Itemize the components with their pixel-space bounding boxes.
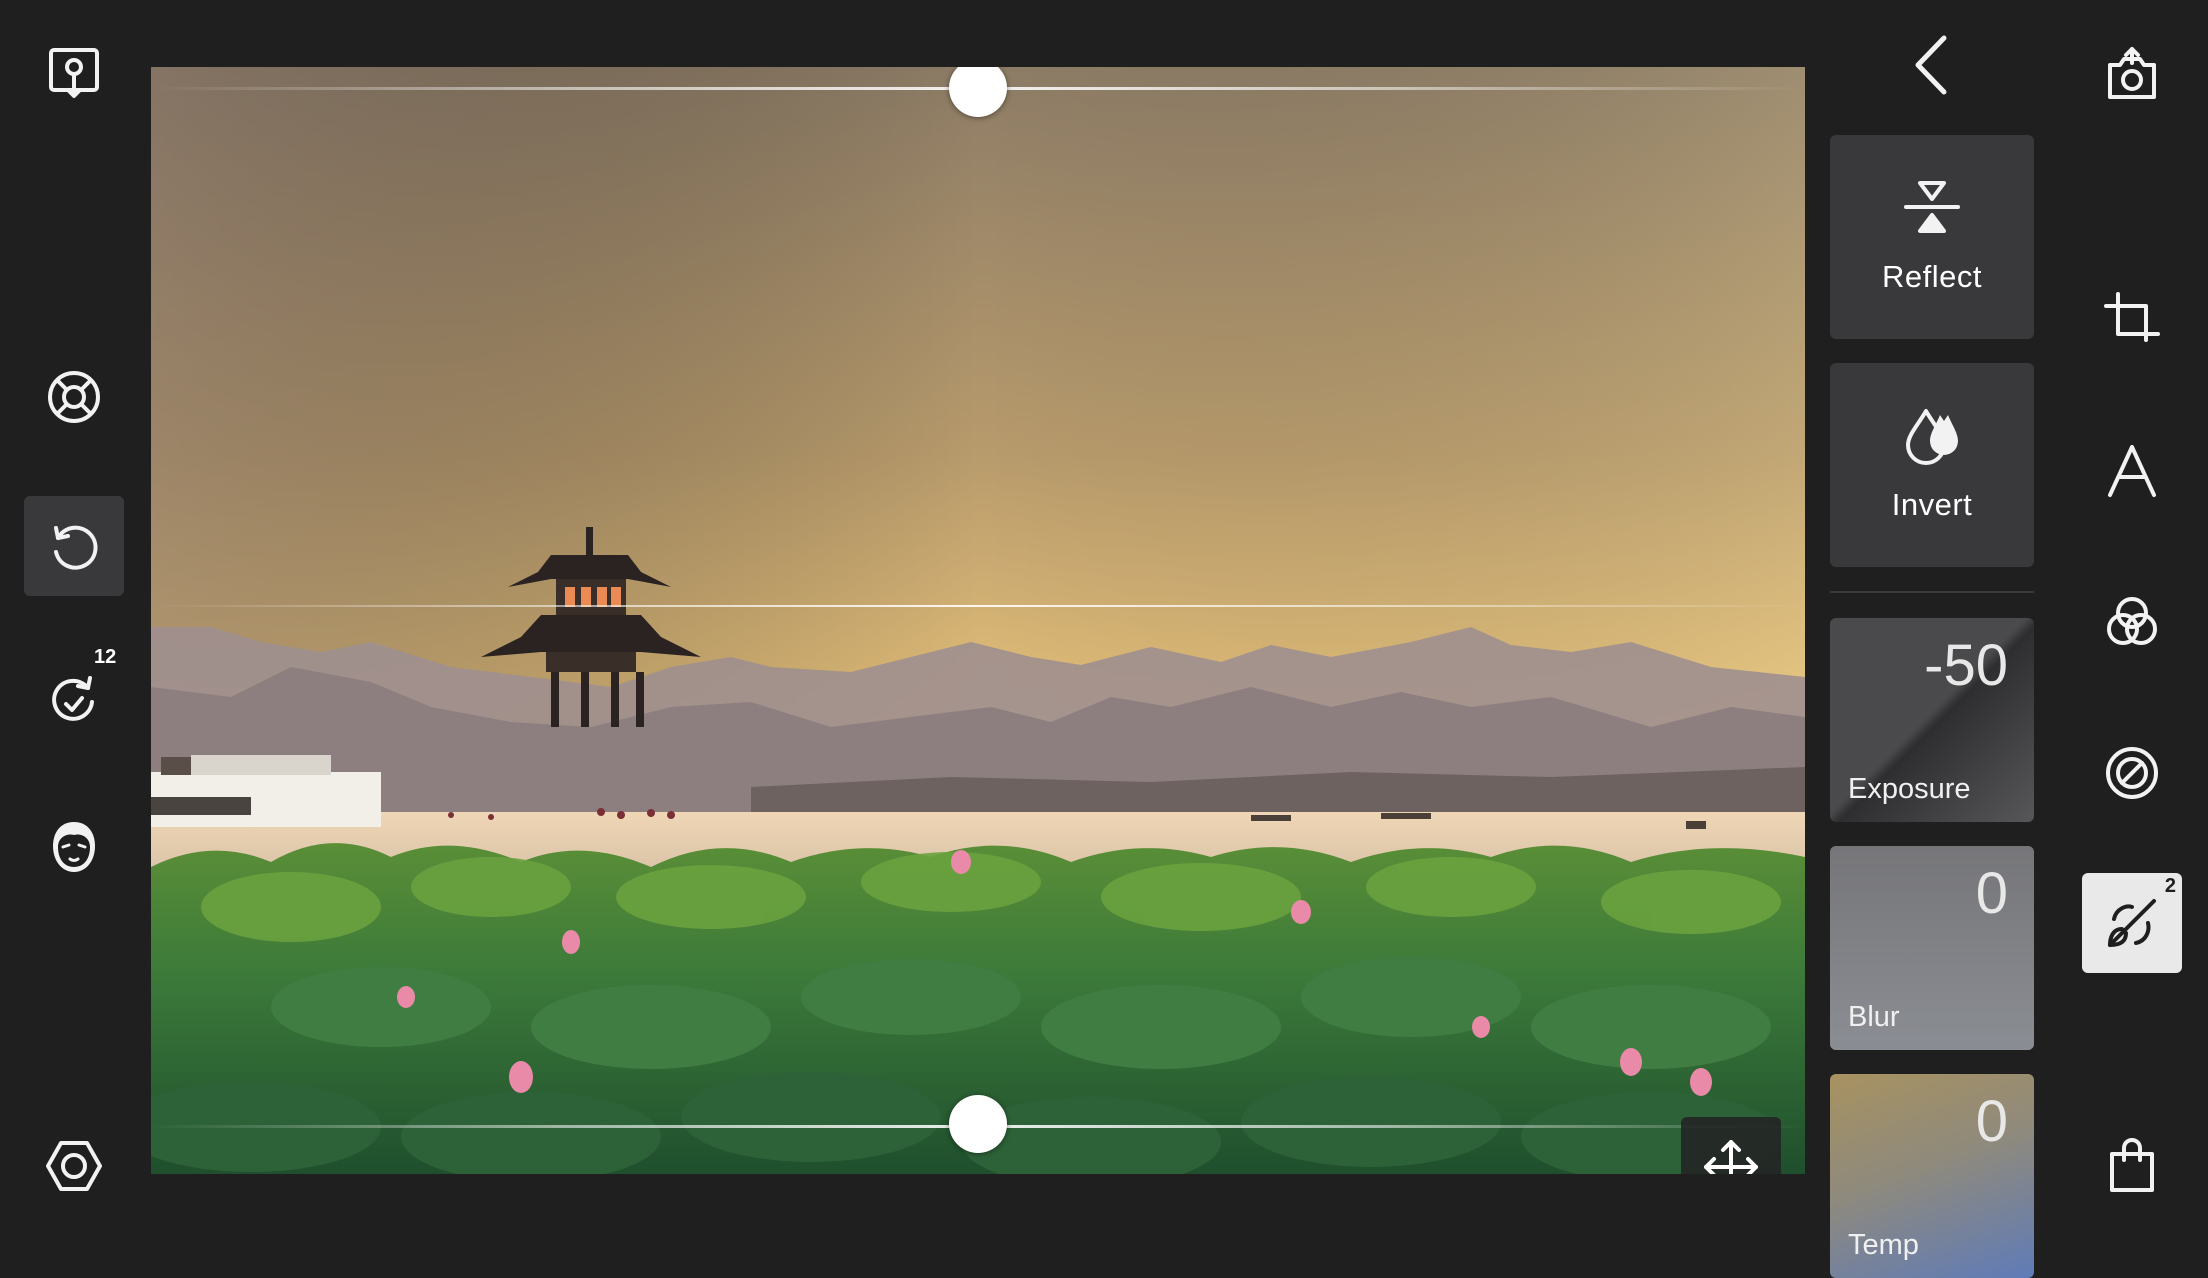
exposure-adjustment[interactable]: -50 Exposure <box>1830 618 2034 822</box>
store-button[interactable] <box>2082 1116 2182 1216</box>
blur-value: 0 <box>1975 861 2008 926</box>
brush-mask-icon <box>2102 893 2162 953</box>
redo-icon <box>44 666 104 726</box>
image-pin-icon <box>44 43 104 103</box>
crop-tool-button[interactable] <box>2082 270 2182 370</box>
move-mask-button[interactable] <box>1681 1117 1781 1174</box>
reflect-tool[interactable]: Reflect <box>1830 135 2034 339</box>
camera-share-icon <box>2102 45 2162 105</box>
chevron-left-icon <box>1915 35 1947 95</box>
undo-icon <box>44 516 104 576</box>
exposure-label: Exposure <box>1848 773 1971 805</box>
shopping-bag-icon <box>2102 1136 2162 1196</box>
reflect-label: Reflect <box>1882 259 1982 294</box>
redo-button[interactable]: 12 <box>24 646 124 746</box>
face-icon <box>44 817 104 877</box>
temp-adjustment[interactable]: 0 Temp <box>1830 1074 2034 1278</box>
back-button[interactable] <box>1900 30 1964 100</box>
reflect-icon <box>1900 175 1964 239</box>
temp-value: 0 <box>1975 1089 2008 1154</box>
blur-label: Blur <box>1848 1001 1900 1033</box>
temp-label: Temp <box>1848 1229 1919 1261</box>
mask-count-badge: 2 <box>2164 875 2176 897</box>
landscape-photo <box>151 67 1805 1174</box>
face-button[interactable] <box>24 797 124 897</box>
center-gradient-line[interactable] <box>151 605 1805 607</box>
drops-icon <box>1900 403 1964 467</box>
export-button[interactable] <box>2082 25 2182 125</box>
overlapping-circles-icon <box>2102 592 2162 652</box>
mask-tool-button[interactable]: 2 <box>2082 873 2182 973</box>
filter-tool-button[interactable] <box>2082 723 2182 823</box>
move-arrows-icon <box>1702 1138 1760 1174</box>
blur-adjustment[interactable]: 0 Blur <box>1830 846 2034 1050</box>
hexagon-settings-icon <box>44 1136 104 1196</box>
lens-icon <box>2102 743 2162 803</box>
blend-tool-button[interactable] <box>2082 572 2182 672</box>
help-button[interactable] <box>24 347 124 447</box>
bottom-gradient-handle[interactable] <box>949 1095 1007 1153</box>
text-icon <box>2102 441 2162 501</box>
exposure-value: -50 <box>1924 633 2008 698</box>
undo-button[interactable] <box>24 496 124 596</box>
invert-tool[interactable]: Invert <box>1830 363 2034 567</box>
lifebuoy-icon <box>44 367 104 427</box>
text-tool-button[interactable] <box>2082 421 2182 521</box>
redo-count-badge: 12 <box>94 646 117 668</box>
crop-icon <box>2102 290 2162 350</box>
invert-label: Invert <box>1891 487 1973 522</box>
settings-button[interactable] <box>24 1116 124 1216</box>
reveal-original-button[interactable] <box>24 23 124 123</box>
photo-canvas[interactable] <box>151 67 1805 1174</box>
panel-divider <box>1830 591 2034 593</box>
